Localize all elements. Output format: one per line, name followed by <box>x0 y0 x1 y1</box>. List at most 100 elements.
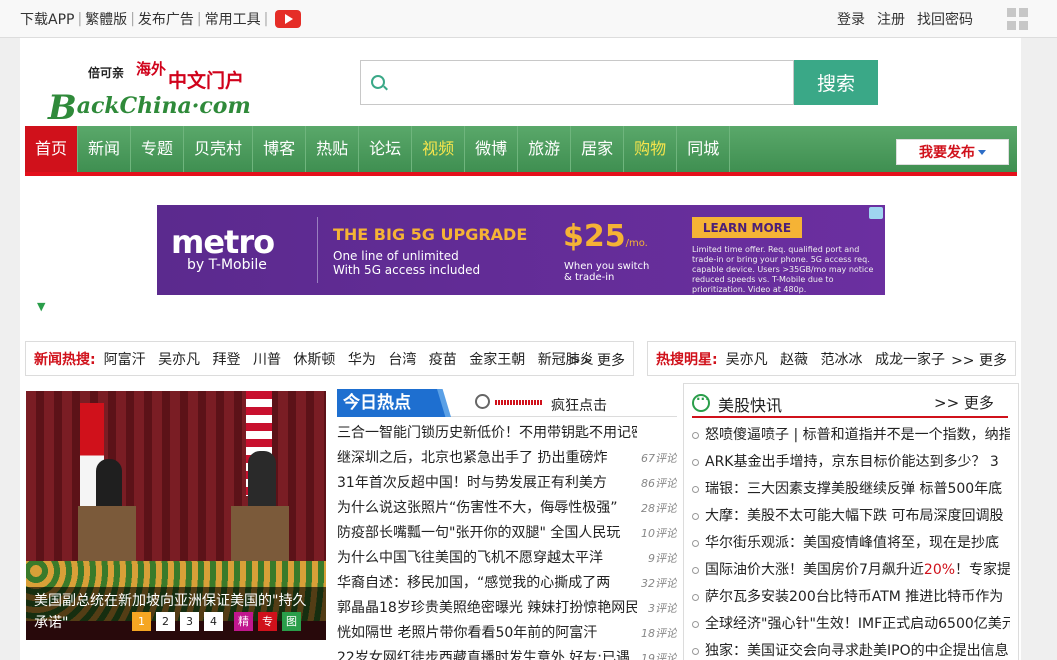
pager-page[interactable]: 4 <box>204 612 223 631</box>
list-item[interactable]: 三合一智能门锁历史新低价！不用带钥匙不用记密码 <box>337 421 677 446</box>
hot-news-more-link[interactable]: >> 更多 <box>569 350 625 370</box>
speaker-right <box>248 451 276 507</box>
list-item[interactable]: 31年首次反超中国！时与势发展正有利美方 86评论 <box>337 471 677 496</box>
list-item[interactable]: 恍如隔世 老照片带你看看50年前的阿富汗 18评论 <box>337 621 677 646</box>
hot-news-tag[interactable]: 疫苗 <box>429 352 457 368</box>
list-item[interactable]: ARK基金出手增持，京东目标价能达到多少？ 3 <box>692 449 1010 476</box>
list-item[interactable]: 华尔街乐观派：美国疫情峰值将至，现在是抄底 <box>692 530 1010 557</box>
today-hot-title[interactable]: 今日热点 <box>337 389 451 417</box>
hot-news-tag[interactable]: 阿富汗 <box>104 352 146 368</box>
hot-news-tag[interactable]: 吴亦凡 <box>158 352 200 368</box>
search-button[interactable]: 搜索 <box>794 60 878 105</box>
publish-dropdown[interactable]: 我要发布 <box>896 139 1009 165</box>
tag-photos[interactable]: 图 <box>282 612 301 631</box>
list-item[interactable]: 全球经济"强心针"生效！IMF正式启动6500亿美元 <box>692 611 1010 638</box>
list-item[interactable]: 继深圳之后，北京也紧急出手了 扔出重磅炸 67评论 <box>337 446 677 471</box>
crazy-clicks-label[interactable]: 疯狂点击 <box>551 395 607 415</box>
tag-special[interactable]: 专 <box>258 612 277 631</box>
download-app-link[interactable]: 下载APP <box>20 9 74 29</box>
ad-brand-sub: by T-Mobile <box>187 257 267 273</box>
post-ad-link[interactable]: 发布广告 <box>138 9 194 29</box>
register-link[interactable]: 注册 <box>877 9 905 29</box>
hot-star-tag[interactable]: 范冰冰 <box>821 352 863 368</box>
nav-item-home[interactable]: 首页 <box>25 126 79 172</box>
nav-item-topics[interactable]: 专题 <box>131 126 185 172</box>
publish-label: 我要发布 <box>919 145 975 161</box>
search-box <box>360 60 794 105</box>
nav-item-hot-posts[interactable]: 热贴 <box>306 126 360 172</box>
hot-news-tag[interactable]: 川普 <box>253 352 281 368</box>
nav-item-home-living[interactable]: 居家 <box>571 126 625 172</box>
main-nav: 首页 新闻 专题 贝壳村 博客 热贴 论坛 视频 微博 旅游 居家 购物 同城 … <box>25 126 1017 176</box>
nav-item-travel[interactable]: 旅游 <box>518 126 572 172</box>
ad-price: $25/mo. <box>563 219 648 254</box>
nav-item-blog[interactable]: 博客 <box>253 126 307 172</box>
adchoices-icon[interactable] <box>869 207 883 219</box>
hot-stars-more-link[interactable]: >> 更多 <box>951 350 1007 370</box>
hot-news-tag[interactable]: 金家王朝 <box>469 352 525 368</box>
ad-headline: THE BIG 5G UPGRADE <box>333 225 528 244</box>
logo-brand-small: 倍可亲 <box>88 66 125 80</box>
nav-item-local[interactable]: 同城 <box>677 126 731 172</box>
list-item[interactable]: 郭晶晶18岁珍贵美照绝密曝光 辣妹打扮惊艳网民 3评论 <box>337 596 677 621</box>
recover-password-link[interactable]: 找回密码 <box>917 9 973 29</box>
ad-learn-more-button[interactable]: LEARN MORE <box>692 217 802 238</box>
nav-item-news[interactable]: 新闻 <box>78 126 132 172</box>
hot-star-tag[interactable]: 赵薇 <box>780 352 808 368</box>
list-item[interactable]: 为什么中国飞往美国的飞机不愿穿越太平洋 9评论 <box>337 546 677 571</box>
site-logo[interactable]: 倍可亲 海外 中文门户 BackChina·com <box>48 58 251 128</box>
login-link[interactable]: 登录 <box>837 9 865 29</box>
freestar-icon[interactable]: ▼ <box>37 300 45 313</box>
hot-news-tag[interactable]: 休斯顿 <box>293 352 335 368</box>
ad-banner[interactable]: metro by T-Mobile THE BIG 5G UPGRADE One… <box>157 205 885 295</box>
slideshow-pager: 1 2 3 4 精 专 图 <box>132 612 301 631</box>
list-item[interactable]: 瑞银：三大因素支撑美股继续反弹 标普500年底 <box>692 476 1010 503</box>
pager-page[interactable]: 1 <box>132 612 151 631</box>
common-tools-link[interactable]: 常用工具 <box>205 9 261 29</box>
hot-news-tag[interactable]: 华为 <box>348 352 376 368</box>
tag-featured[interactable]: 精 <box>234 612 253 631</box>
separator: | <box>263 11 269 27</box>
heat-bar-icon <box>495 400 543 405</box>
search-icon <box>371 75 385 89</box>
stock-news-title[interactable]: 美股快讯 <box>718 392 782 416</box>
hot-news-tag[interactable]: 台湾 <box>388 352 416 368</box>
traditional-chinese-link[interactable]: 繁體版 <box>85 9 127 29</box>
list-item[interactable]: 22岁女网红徒步西藏直播时发生意外 好友:已遇 19评论 <box>337 646 677 660</box>
list-item[interactable]: 怒喷傻逼喷子 | 标普和道指并不是一个指数，纳指 <box>692 422 1010 449</box>
pager-page[interactable]: 3 <box>180 612 199 631</box>
list-item[interactable]: 国际油价大涨！美国房价7月飙升近20%！专家提 <box>692 557 1010 584</box>
today-hot-panel: 今日热点 疯狂点击 三合一智能门锁历史新低价！不用带钥匙不用记密码 继深圳之后，… <box>337 389 677 660</box>
nav-item-weibo[interactable]: 微博 <box>465 126 519 172</box>
separator: | <box>130 11 135 27</box>
hot-star-tag[interactable]: 吴亦凡 <box>726 352 768 368</box>
nav-item-forum[interactable]: 论坛 <box>359 126 413 172</box>
nav-item-village[interactable]: 贝壳村 <box>184 126 254 172</box>
hot-news-label: 新闻热搜: <box>34 351 96 368</box>
list-item[interactable]: 防疫部长嘴瓢一句"张开你的双腿" 全国人民玩 10评论 <box>337 521 677 546</box>
logo-english-text: BackChina·com <box>48 88 251 128</box>
list-item[interactable]: 为什么说这张照片“伤害性不大，侮辱性极强” 28评论 <box>337 496 677 521</box>
nav-item-video[interactable]: 视频 <box>412 126 466 172</box>
account-links: 登录 注册 找回密码 <box>837 9 973 29</box>
pager-page[interactable]: 2 <box>156 612 175 631</box>
stock-news-more-link[interactable]: >> 更多 <box>934 392 994 413</box>
featured-slideshow[interactable]: 美国副总统在新加坡向亚洲保证美国的"持久承诺" 1 2 3 4 精 专 图 <box>26 391 326 640</box>
nav-item-shopping[interactable]: 购物 <box>624 126 678 172</box>
separator: | <box>77 11 83 27</box>
clock-icon <box>475 394 490 409</box>
list-item[interactable]: 独家：美国证交会向寻求赴美IPO的中企提出信息 <box>692 638 1010 660</box>
list-item[interactable]: 大摩：美股不太可能大幅下跌 可布局深度回调股 <box>692 503 1010 530</box>
grid-menu-icon[interactable] <box>1007 8 1029 30</box>
list-item[interactable]: 萨尔瓦多安装200台比特币ATM 推进比特币作为 <box>692 584 1010 611</box>
search-input[interactable] <box>393 69 783 97</box>
hot-news-tag[interactable]: 拜登 <box>213 352 241 368</box>
ad-line-1: One line of unlimited <box>333 249 459 263</box>
top-links: 下载APP | 繁體版 | 发布广告 | 常用工具 | <box>20 9 302 29</box>
hot-star-tag[interactable]: 成龙一家子 <box>875 352 945 368</box>
list-item[interactable]: 华裔自述：移民加国，“感觉我的心撕成了两 32评论 <box>337 571 677 596</box>
chat-dots-icon <box>692 392 710 412</box>
logo-overseas-text: 海外 <box>136 60 167 78</box>
youtube-icon[interactable] <box>275 10 302 28</box>
separator: | <box>196 11 202 27</box>
